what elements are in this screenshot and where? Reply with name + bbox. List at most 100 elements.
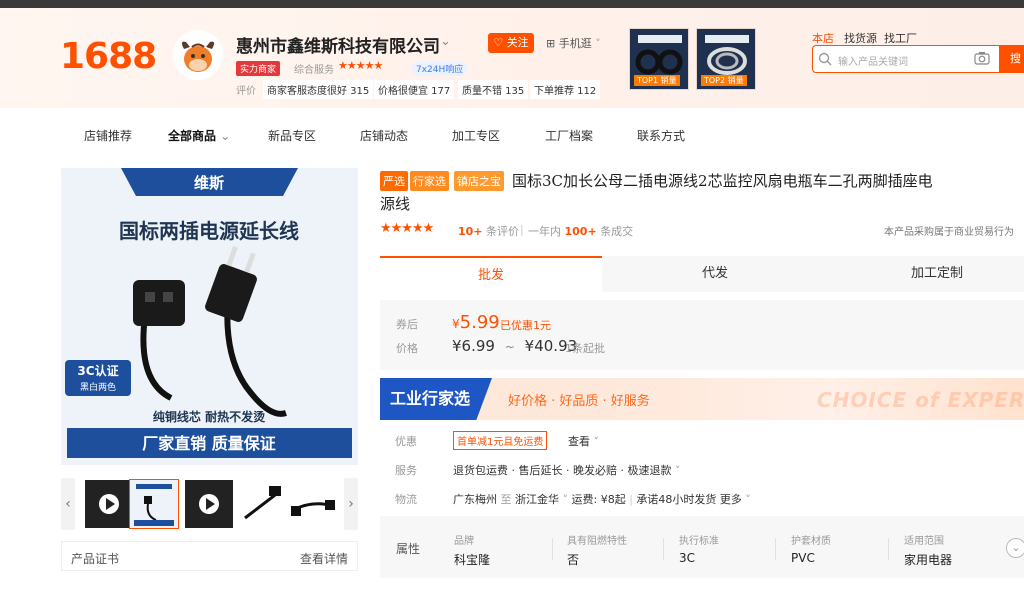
search-tab-store[interactable]: 本店 [812,30,834,46]
attribute-item: 品牌 科宝隆 [454,532,490,568]
attribute-divider [775,538,776,560]
meta-divider: | [520,223,524,236]
attribute-key: 具有阻燃特性 [567,536,627,547]
camera-icon[interactable] [974,51,990,65]
price-label: 价格 [396,342,418,355]
service-detail[interactable]: 退货包运费 · 售后延长 · 晚发必赔 · 极速退款 ˅ [453,462,680,478]
site-logo[interactable]: 1688 [60,36,157,77]
cert-view-link[interactable]: 查看详情 [300,550,348,567]
browser-top-strip [0,0,1024,8]
offer-view-link[interactable]: 查看 ˅ [568,433,599,449]
chevron-down-icon: ˅ [674,464,681,477]
logistics-label: 物流 [395,493,417,506]
coupon-note: 已优惠1元 [500,319,551,332]
coupon-price: ¥5.99 [452,312,500,333]
trade-note: 本产品采购属于商业贸易行为 [884,227,1014,238]
review-tag[interactable]: 质量不错 135 [458,80,529,99]
review-tag[interactable]: 下单推荐 112 [530,80,601,99]
image-thumb[interactable] [239,480,287,528]
shop-name[interactable]: 惠州市鑫维斯科技有限公司 [236,32,440,57]
nav-item-processing[interactable]: 加工专区 [452,127,500,144]
review-tag[interactable]: 价格很便宜 177 [374,80,455,99]
nav-item-news[interactable]: 店铺动态 [360,127,408,144]
tab-custom[interactable]: 加工定制 [826,256,1024,292]
nav-item-factory[interactable]: 工厂档案 [545,127,593,144]
search-tab-source[interactable]: 找货源 [844,30,877,46]
freight: 运费: ¥8起 [571,493,626,506]
expert-choice-banner: 工业行家选 好价格 · 好品质 · 好服务 CHOICE of EXPERT [380,378,1024,420]
online-badge: 7x24H响应 [412,61,468,76]
review-tag[interactable]: 商家客服态度很好 315 [263,80,374,99]
follow-label: 关注 [506,36,529,49]
attribute-divider [888,538,889,560]
route-from: 广东梅州 [453,493,497,506]
image-headline: 国标两插电源延长线 [119,219,299,243]
strength-badge: 实力商家 [236,61,281,76]
review-label: 条评价 [486,225,520,238]
route-to-word: 至 [500,493,512,506]
top-label: TOP1 销量 [634,75,680,86]
chevron-left-icon[interactable]: ‹ [61,478,75,530]
image-thumb[interactable] [289,480,337,528]
ship-promise: 承诺48小时发货 [636,493,717,506]
chevron-down-icon[interactable]: ⌄ [440,34,451,49]
sold-count: 一年内 100+ 条成交 [528,223,633,239]
cert-label: 产品证书 [71,552,120,566]
attribute-divider [552,538,553,560]
brand-text: 维斯 [194,174,224,192]
offer-tag: 首单减1元且免运费 [453,431,548,450]
offer-view-label: 查看 [568,435,590,448]
attribute-value: 家用电器 [904,553,953,567]
tab-dropship[interactable]: 代发 [604,256,826,292]
grid-icon: ⊞ [546,37,556,50]
chevron-down-icon: ˅ [562,493,569,506]
review-count[interactable]: 10+ 条评价 [458,223,519,239]
mobile-link[interactable]: ⊞ 手机逛 ˅ [546,35,601,51]
min-order: 1条起批 [565,342,605,355]
chevron-right-icon[interactable]: › [344,478,358,530]
price-panel: 券后 ¥5.99 已优惠1元 价格 ¥6.99 ~ ¥40.93 1条起批 [380,300,1024,370]
attribute-divider [663,538,664,560]
nav-item-label: 全部商品 [168,129,217,143]
logistics-detail[interactable]: 广东梅州 至 浙江金华 ˅ 运费: ¥8起 | 承诺48小时发货 更多 ˅ [453,491,751,507]
follow-button[interactable]: ♡ 关注 [488,33,534,53]
sold-num: 100+ [564,225,597,238]
currency-symbol: ¥ [452,317,460,331]
sold-label: 条成交 [600,225,634,238]
chevron-down-icon: ⌄ [220,129,231,143]
service-label: 服务 [395,464,417,477]
image-thumb-active[interactable] [129,479,179,529]
search-button[interactable]: 搜 [1000,45,1024,73]
tab-wholesale[interactable]: 批发 [380,256,602,292]
video-thumb[interactable] [85,480,133,528]
review-num: 10+ [458,225,483,238]
mobile-label: 手机逛 [558,37,592,50]
coupon-label: 券后 [396,318,418,331]
nav-item-contact[interactable]: 联系方式 [637,127,685,144]
main-product-image[interactable]: 维斯 国标两插电源延长线 3C认证 黑白两色 纯铜线芯 耐热不发烫 厂家直销 质… [61,168,358,465]
service-stars: ★★★★★ [338,59,383,72]
attribute-item: 执行标准 3C [679,532,719,565]
attribute-value: PVC [791,551,815,565]
sold-prefix: 一年内 [528,225,561,238]
certificate-row[interactable]: 产品证书 查看详情 [61,541,358,571]
search-tab-factory[interactable]: 找工厂 [884,30,917,46]
attribute-key: 适用范围 [904,536,944,547]
nav-item-new[interactable]: 新品专区 [268,127,316,144]
attribute-key: 执行标准 [679,536,719,547]
slogan-text: 厂家直销 质量保证 [142,434,276,453]
shop-nav: 店铺推荐 全部商品 ⌄ 新品专区 店铺动态 加工专区 工厂档案 联系方式 [0,108,1024,158]
rating-label: 评价 [236,86,256,97]
top-product-thumb[interactable]: TOP2 销量 [696,28,756,90]
price-tilde: ~ [504,340,515,354]
video-thumb[interactable] [185,480,233,528]
service-text: 退货包运费 · 售后延长 · 晚发必赔 · 极速退款 [453,464,672,477]
rating-stars: ★★★★★ [380,221,434,236]
nav-item-all-products[interactable]: 全部商品 ⌄ [168,127,230,144]
expand-attributes-icon[interactable]: ⌄ [1006,538,1024,558]
nav-item-recommend[interactable]: 店铺推荐 [84,127,132,144]
attributes-panel: 属性 品牌 科宝隆 具有阻燃特性 否 执行标准 3C 护套材质 PVC 适用范围… [380,516,1024,578]
top-product-thumb[interactable]: TOP1 销量 [629,28,689,90]
shop-avatar[interactable] [173,30,223,80]
attribute-key: 品牌 [454,536,474,547]
